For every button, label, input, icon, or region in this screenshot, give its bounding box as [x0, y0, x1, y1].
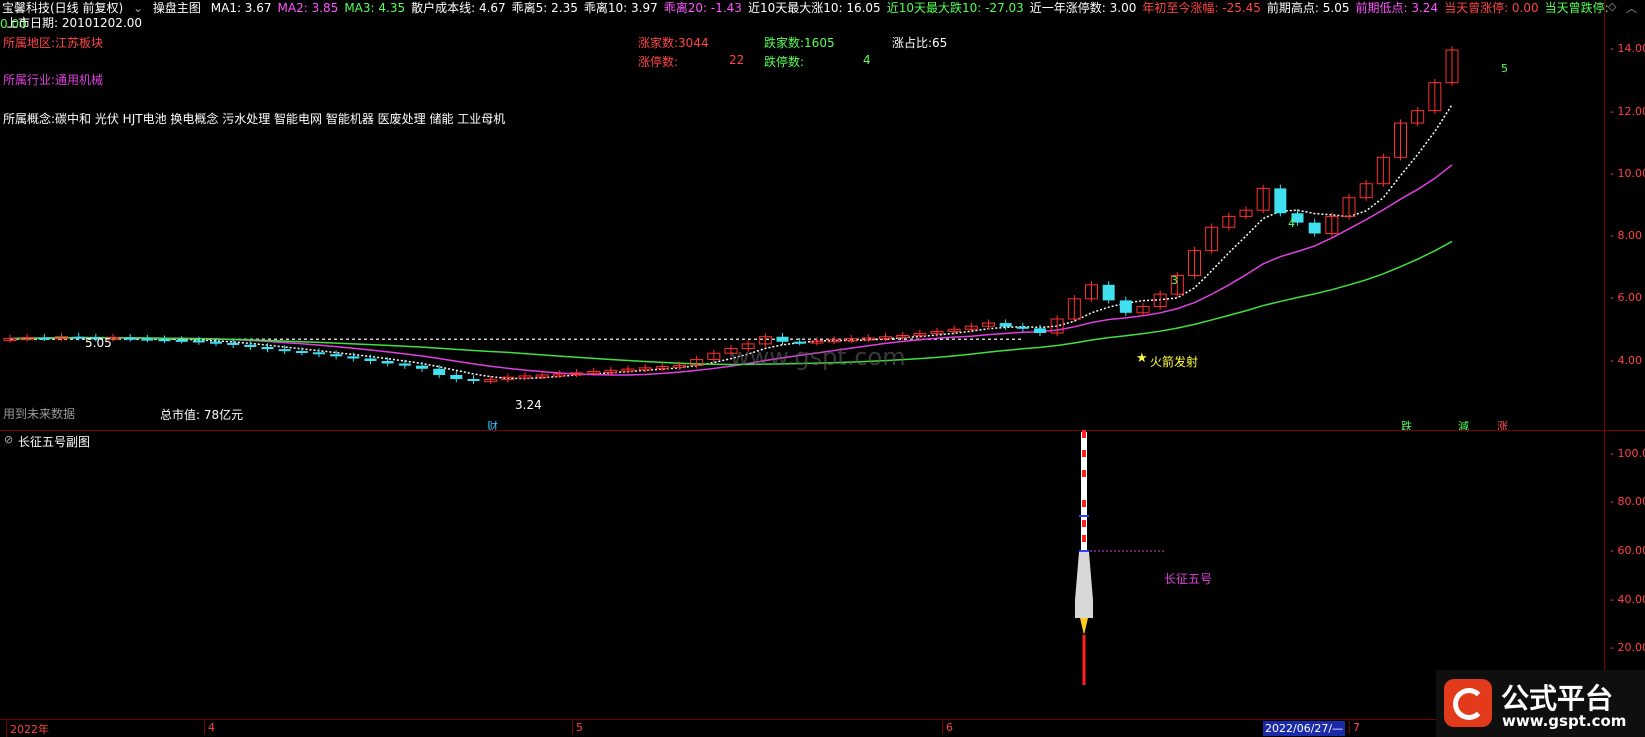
price-tick: - 8.00 [1610, 229, 1642, 242]
time-tick: 7 [1349, 721, 1360, 734]
price-tick: - 14.00 [1610, 42, 1645, 55]
watermark-text: www.gspt.com [730, 343, 906, 371]
rocket-launch-label: 火箭发射 [1150, 355, 1199, 369]
candle [1308, 222, 1321, 234]
logo-url: www.gspt.com [1502, 712, 1627, 730]
time-tick: 4 [204, 721, 215, 734]
count-4: 4 [1288, 217, 1295, 230]
candle [330, 354, 343, 357]
candle [1034, 328, 1046, 334]
sub-tick: - 20.00 [1610, 641, 1645, 654]
candle [999, 323, 1012, 327]
time-tick: 6 [942, 721, 953, 734]
rocket-body [1081, 432, 1087, 550]
sub-tick: - 80.00 [1610, 495, 1645, 508]
candle [1274, 188, 1287, 214]
candle [450, 374, 463, 380]
prev-low-label: 3.24 [515, 398, 542, 412]
rocket-stripe [1082, 520, 1086, 527]
rocket-stripe [1082, 450, 1086, 457]
candle [38, 337, 51, 340]
price-tick: - 10.00 [1610, 167, 1645, 180]
candle [141, 338, 154, 341]
time-tick: 2022年 [6, 721, 49, 737]
candle [1016, 326, 1029, 329]
diamond-icon[interactable]: ◇ [1608, 0, 1616, 13]
count-3: 3 [1171, 274, 1178, 287]
candle [313, 352, 325, 355]
logo-glyph-icon [1453, 688, 1485, 720]
candle [381, 361, 394, 364]
candle [210, 341, 222, 344]
candle [416, 365, 428, 369]
rocket-stripe [1082, 535, 1086, 542]
ma1-line [9, 104, 1453, 380]
candle [467, 379, 480, 382]
candle [364, 358, 377, 361]
logo-text: 公式平台 [1501, 682, 1614, 715]
candle [158, 339, 171, 342]
prev-high-label: 5.05 [85, 336, 112, 350]
candle [192, 340, 205, 343]
rocket-stripe [1082, 470, 1086, 477]
candle [244, 344, 257, 348]
price-tick: - 4.00 [1610, 354, 1642, 367]
count-5: 5 [1501, 62, 1508, 75]
candle [261, 347, 274, 350]
logo-panel: 公式平台 www.gspt.com [1436, 670, 1645, 737]
candle [776, 336, 789, 342]
candle [433, 368, 446, 375]
price-tick: - 6.00 [1610, 291, 1642, 304]
axis-divider [1604, 0, 1605, 721]
price-tick: - 12.00 [1610, 105, 1645, 118]
candle [72, 336, 85, 339]
candle [1102, 284, 1115, 301]
rocket-flame [1080, 618, 1088, 635]
time-tick: 5 [572, 721, 583, 734]
candle [398, 363, 411, 366]
chevron-up-icon[interactable]: ︿ [1626, 0, 1637, 16]
sub-tick: - 60.00 [1610, 544, 1645, 557]
rocket-indicator-chart[interactable] [0, 430, 1604, 720]
rocket-stripe [1082, 500, 1086, 507]
candle [227, 342, 240, 345]
rocket-label: 长征五号 [1164, 572, 1213, 586]
candle [278, 349, 291, 352]
sub-tick: - 40.00 [1610, 593, 1645, 606]
cursor-date: 2022/06/27/— [1263, 721, 1346, 736]
candle [347, 356, 360, 359]
candle [1119, 300, 1132, 313]
candle [175, 339, 188, 342]
rocket-booster [1075, 552, 1093, 618]
candle [295, 351, 308, 354]
candle [124, 337, 137, 340]
sub-tick: - 100.0 [1610, 447, 1645, 460]
rocket-tip [1082, 430, 1086, 438]
rocket-star-icon: ★ [1136, 351, 1148, 366]
